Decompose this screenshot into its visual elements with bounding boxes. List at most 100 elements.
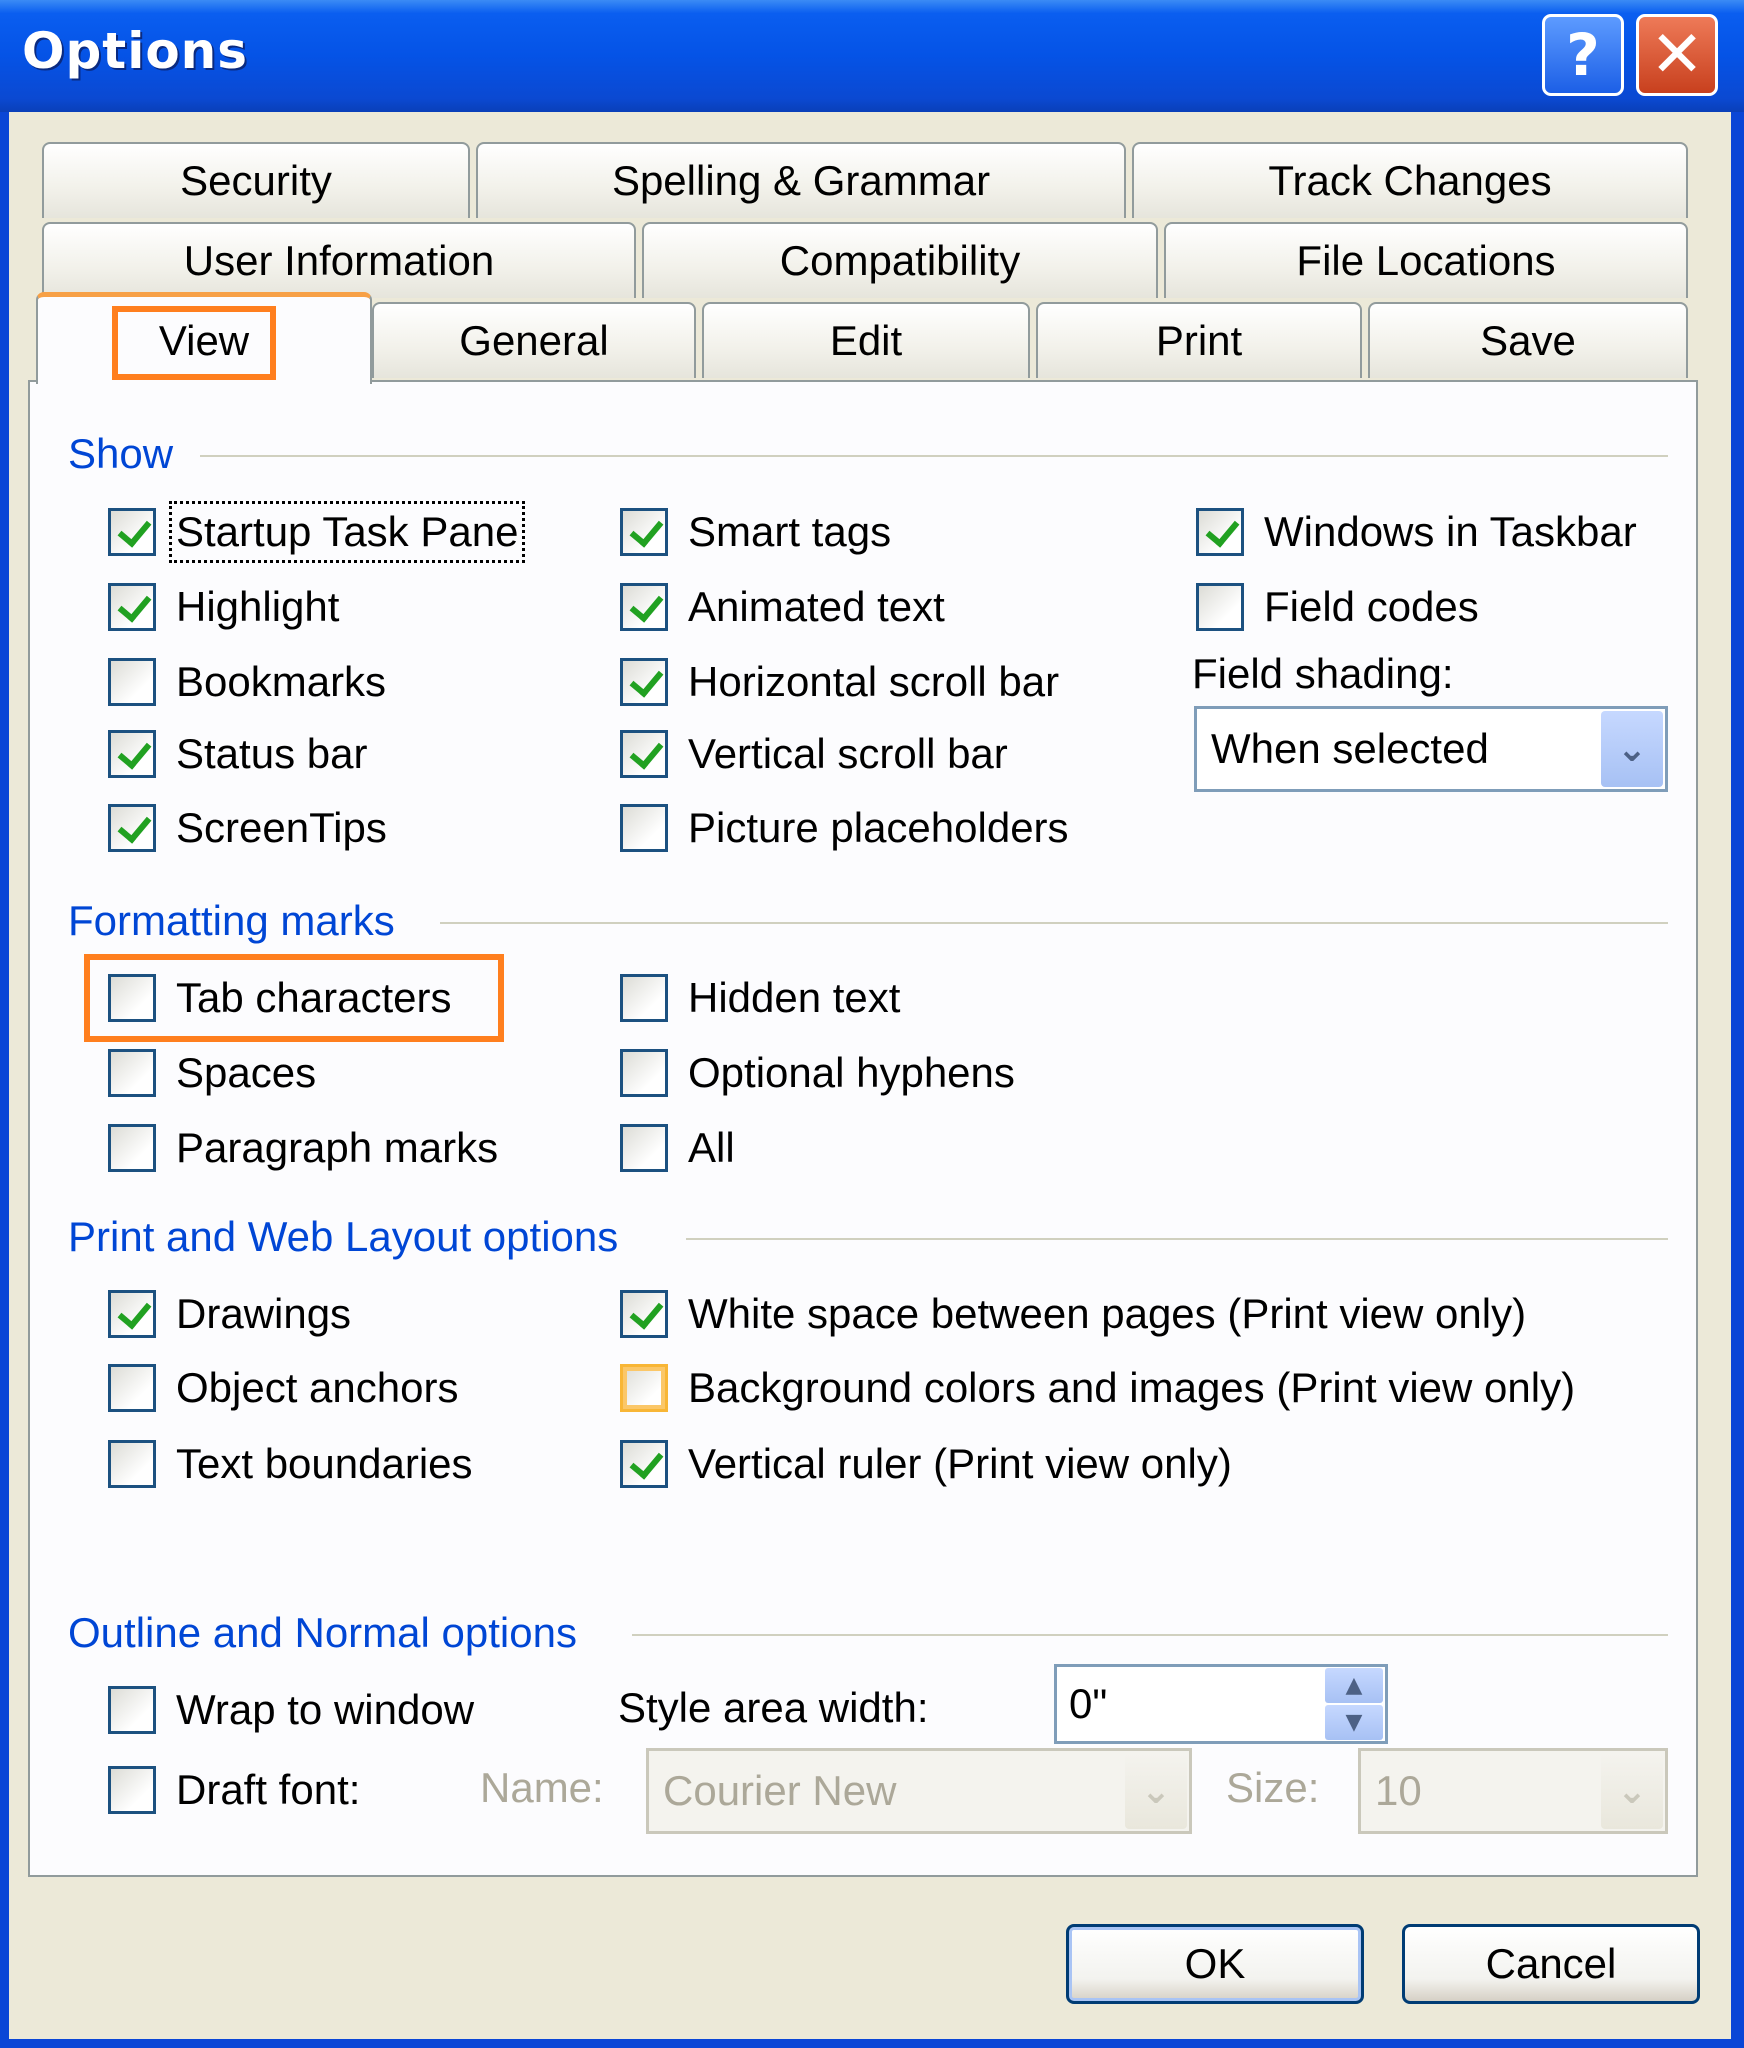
- tab-track-changes[interactable]: Track Changes: [1132, 142, 1688, 218]
- text-boundaries-label: Text boundaries: [176, 1440, 473, 1487]
- object-anchors-option[interactable]: Object anchors: [108, 1360, 458, 1416]
- formatting-marks-group-title: Formatting marks: [68, 897, 415, 945]
- print-web-group-title: Print and Web Layout options: [68, 1213, 639, 1261]
- animated-text-option[interactable]: Animated text: [620, 579, 945, 635]
- bookmarks-option[interactable]: Bookmarks: [108, 654, 386, 710]
- wrap-to-window-option[interactable]: Wrap to window: [108, 1682, 474, 1738]
- vertical-scroll-bar-checkbox[interactable]: [620, 730, 668, 778]
- field-shading-value: When selected: [1211, 725, 1489, 772]
- spin-down-icon[interactable]: ▼: [1325, 1705, 1383, 1740]
- title-bar[interactable]: Options ? ✕: [0, 0, 1744, 112]
- bookmarks-checkbox[interactable]: [108, 658, 156, 706]
- chevron-down-icon[interactable]: ⌄: [1601, 711, 1663, 787]
- object-anchors-checkbox[interactable]: [108, 1364, 156, 1412]
- print-web-divider: [686, 1238, 1668, 1240]
- hidden-text-option[interactable]: Hidden text: [620, 970, 900, 1026]
- tab-view[interactable]: View: [36, 292, 372, 384]
- vertical-ruler-option[interactable]: Vertical ruler (Print view only): [620, 1436, 1232, 1492]
- startup-task-pane-checkbox[interactable]: [108, 508, 156, 556]
- vertical-scroll-bar-option[interactable]: Vertical scroll bar: [620, 726, 1008, 782]
- style-area-width-input[interactable]: 0" ▲ ▼: [1054, 1664, 1388, 1744]
- paragraph-marks-label: Paragraph marks: [176, 1124, 499, 1171]
- animated-text-checkbox[interactable]: [620, 583, 668, 631]
- font-size-select[interactable]: 10 ⌄: [1358, 1748, 1668, 1834]
- outline-normal-divider: [632, 1634, 1668, 1636]
- font-name-select[interactable]: Courier New ⌄: [646, 1748, 1192, 1834]
- chevron-down-icon[interactable]: ⌄: [1601, 1753, 1663, 1829]
- tab-save[interactable]: Save: [1368, 302, 1688, 378]
- status-bar-checkbox[interactable]: [108, 730, 156, 778]
- screentips-option[interactable]: ScreenTips: [108, 800, 387, 856]
- hidden-text-label: Hidden text: [688, 974, 901, 1021]
- picture-placeholders-checkbox[interactable]: [620, 804, 668, 852]
- options-dialog: Options ? ✕ Security Spelling & Grammar …: [0, 0, 1744, 2048]
- tab-edit[interactable]: Edit: [702, 302, 1030, 378]
- cancel-button[interactable]: Cancel: [1402, 1924, 1700, 2004]
- hidden-text-checkbox[interactable]: [620, 974, 668, 1022]
- screentips-label: ScreenTips: [176, 804, 387, 851]
- font-size-value: 10: [1375, 1767, 1422, 1814]
- screentips-checkbox[interactable]: [108, 804, 156, 852]
- smart-tags-checkbox[interactable]: [620, 508, 668, 556]
- field-shading-select[interactable]: When selected ⌄: [1194, 706, 1668, 792]
- style-area-width-label: Style area width:: [618, 1684, 929, 1731]
- white-space-option[interactable]: White space between pages (Print view on…: [620, 1286, 1526, 1342]
- spin-up-icon[interactable]: ▲: [1325, 1668, 1383, 1703]
- field-codes-option[interactable]: Field codes: [1196, 579, 1479, 635]
- tab-print[interactable]: Print: [1036, 302, 1362, 378]
- tab-general[interactable]: General: [372, 302, 696, 378]
- vertical-scroll-bar-label: Vertical scroll bar: [688, 730, 1008, 777]
- text-boundaries-checkbox[interactable]: [108, 1440, 156, 1488]
- field-codes-checkbox[interactable]: [1196, 583, 1244, 631]
- all-checkbox[interactable]: [620, 1124, 668, 1172]
- help-button[interactable]: ?: [1542, 14, 1624, 96]
- status-bar-option[interactable]: Status bar: [108, 726, 367, 782]
- optional-hyphens-checkbox[interactable]: [620, 1049, 668, 1097]
- spaces-checkbox[interactable]: [108, 1049, 156, 1097]
- smart-tags-label: Smart tags: [688, 508, 892, 555]
- paragraph-marks-checkbox[interactable]: [108, 1124, 156, 1172]
- tab-user-information[interactable]: User Information: [42, 222, 636, 298]
- text-boundaries-option[interactable]: Text boundaries: [108, 1436, 473, 1492]
- paragraph-marks-option[interactable]: Paragraph marks: [108, 1120, 498, 1176]
- all-option[interactable]: All: [620, 1120, 735, 1176]
- picture-placeholders-option[interactable]: Picture placeholders: [620, 800, 1069, 856]
- smart-tags-option[interactable]: Smart tags: [620, 504, 891, 560]
- wrap-to-window-checkbox[interactable]: [108, 1686, 156, 1734]
- tab-characters-option[interactable]: Tab characters: [108, 970, 451, 1026]
- optional-hyphens-option[interactable]: Optional hyphens: [620, 1045, 1015, 1101]
- drawings-option[interactable]: Drawings: [108, 1286, 351, 1342]
- tab-characters-label: Tab characters: [176, 974, 452, 1021]
- tab-spelling-grammar[interactable]: Spelling & Grammar: [476, 142, 1126, 218]
- tab-security[interactable]: Security: [42, 142, 470, 218]
- status-bar-label: Status bar: [176, 730, 368, 777]
- draft-font-option[interactable]: Draft font:: [108, 1762, 360, 1818]
- horizontal-scroll-bar-option[interactable]: Horizontal scroll bar: [620, 654, 1059, 710]
- close-button[interactable]: ✕: [1636, 14, 1718, 96]
- white-space-checkbox[interactable]: [620, 1290, 668, 1338]
- all-label: All: [688, 1124, 735, 1171]
- highlight-checkbox[interactable]: [108, 583, 156, 631]
- drawings-checkbox[interactable]: [108, 1290, 156, 1338]
- windows-in-taskbar-checkbox[interactable]: [1196, 508, 1244, 556]
- chevron-down-icon[interactable]: ⌄: [1125, 1753, 1187, 1829]
- tab-compatibility[interactable]: Compatibility: [642, 222, 1158, 298]
- vertical-ruler-checkbox[interactable]: [620, 1440, 668, 1488]
- ok-button[interactable]: OK: [1066, 1924, 1364, 2004]
- style-area-spinner[interactable]: ▲ ▼: [1325, 1668, 1383, 1740]
- startup-task-pane-option[interactable]: Startup Task Pane: [108, 501, 526, 563]
- white-space-label: White space between pages (Print view on…: [688, 1290, 1527, 1337]
- background-colors-option[interactable]: Background colors and images (Print view…: [620, 1360, 1575, 1416]
- background-colors-checkbox[interactable]: [620, 1364, 668, 1412]
- formatting-marks-divider: [440, 922, 1668, 924]
- spaces-option[interactable]: Spaces: [108, 1045, 316, 1101]
- draft-font-checkbox[interactable]: [108, 1766, 156, 1814]
- highlight-option[interactable]: Highlight: [108, 579, 339, 635]
- show-divider: [200, 455, 1668, 457]
- tab-characters-checkbox[interactable]: [108, 974, 156, 1022]
- horizontal-scroll-bar-checkbox[interactable]: [620, 658, 668, 706]
- background-colors-label: Background colors and images (Print view…: [688, 1364, 1576, 1411]
- field-codes-label: Field codes: [1264, 583, 1479, 630]
- tab-file-locations[interactable]: File Locations: [1164, 222, 1688, 298]
- windows-in-taskbar-option[interactable]: Windows in Taskbar: [1196, 504, 1637, 560]
